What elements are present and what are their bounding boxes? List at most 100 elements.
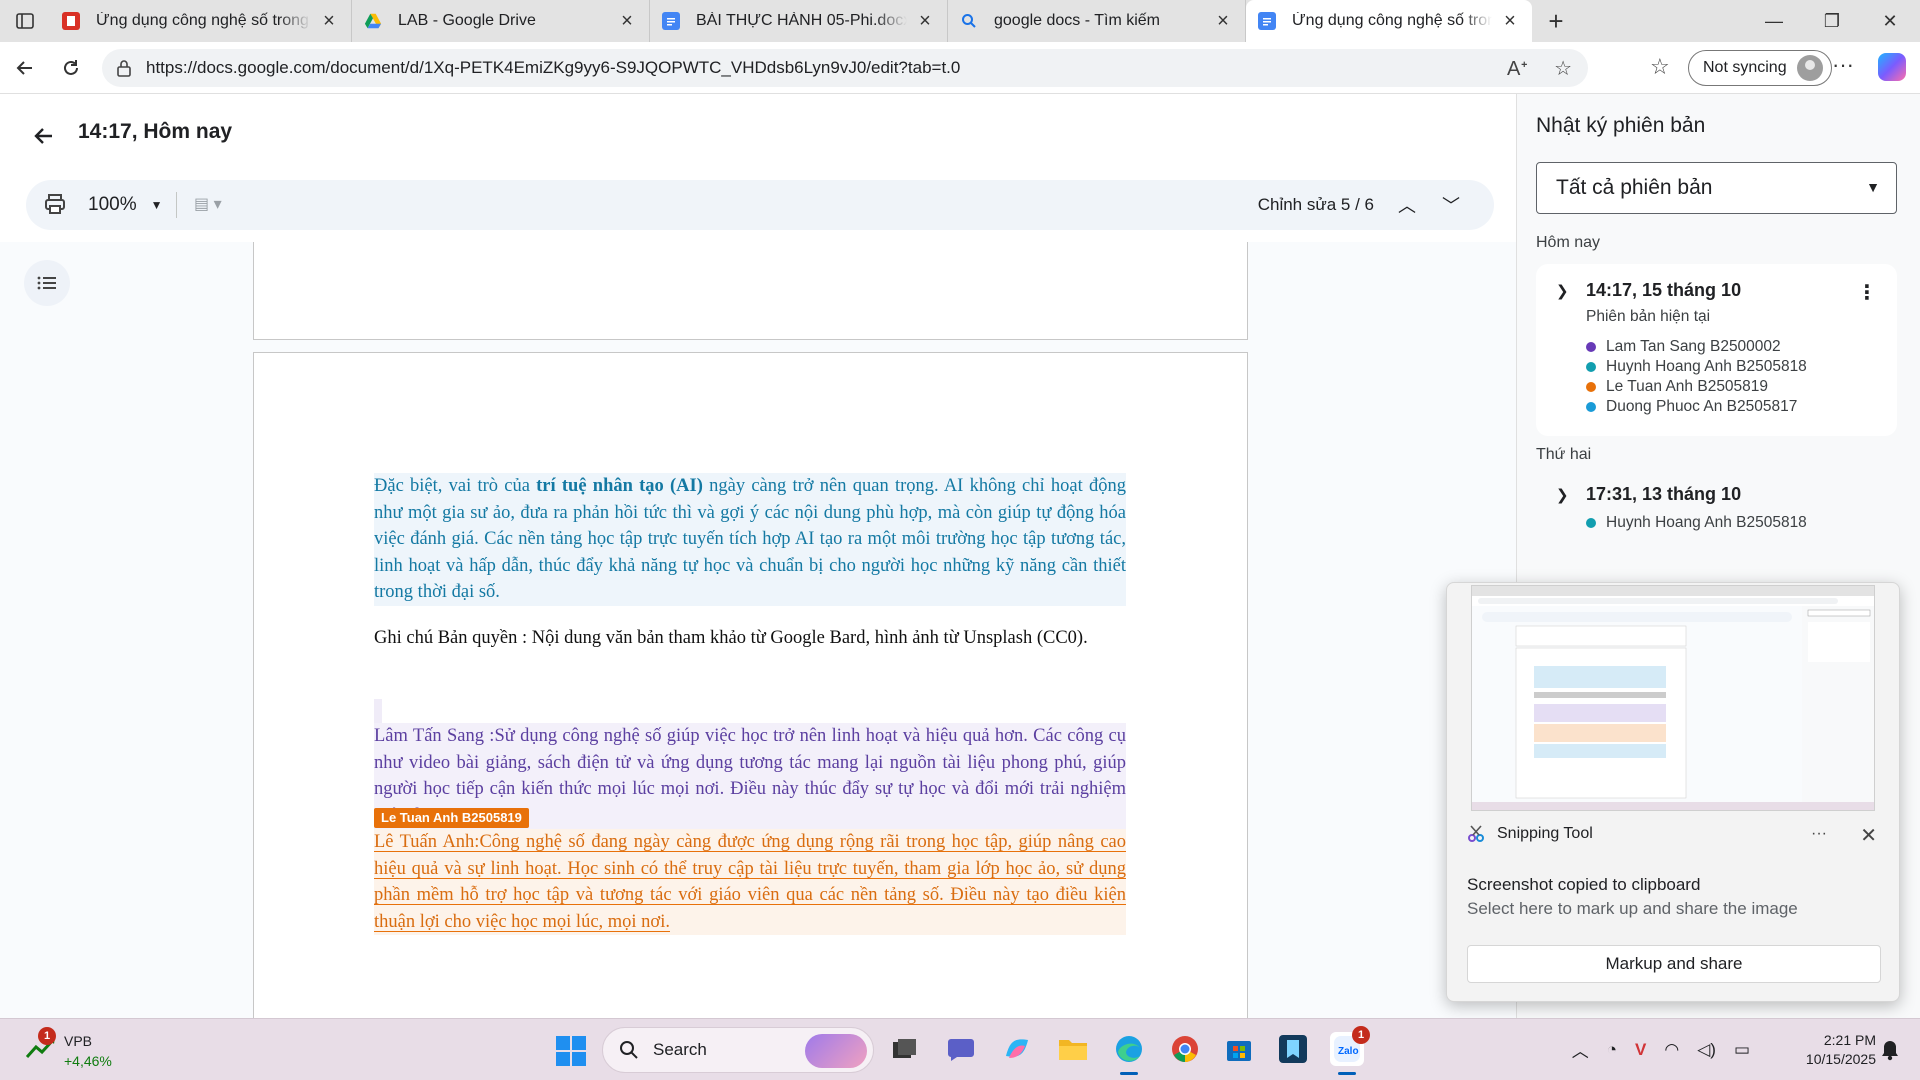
avatar xyxy=(1796,55,1823,81)
teams-chat-icon[interactable] xyxy=(944,1032,978,1066)
network-activity-icon[interactable]: ◔ xyxy=(1607,1040,1617,1060)
new-tab-button[interactable]: + xyxy=(1532,6,1580,37)
search-highlight-image xyxy=(805,1034,867,1068)
restore-button[interactable]: ❐ xyxy=(1804,0,1860,42)
taskbar-search[interactable]: Search xyxy=(602,1027,874,1073)
copilot-icon[interactable] xyxy=(1878,53,1906,81)
edit-counter: Chỉnh sửa 5 / 6 xyxy=(1257,195,1374,214)
print-icon[interactable] xyxy=(44,193,66,220)
snipping-tool-notification[interactable]: Snipping Tool ··· ✕ Screenshot copied to… xyxy=(1446,582,1900,1002)
toolbar-divider xyxy=(176,192,177,218)
chevron-right-icon[interactable]: ❯ xyxy=(1556,486,1569,504)
toast-app-row: Snipping Tool xyxy=(1467,825,1593,843)
author-row: Huynh Hoang Anh B2505818 xyxy=(1586,358,1807,376)
browser-toolbar: https://docs.google.com/document/d/1Xq-P… xyxy=(0,42,1920,94)
paragraph-copyright-note: Ghi chú Bản quyền : Nội dung văn bản tha… xyxy=(374,628,1088,648)
markup-and-share-button[interactable]: Markup and share xyxy=(1467,945,1881,983)
plus-icon: + xyxy=(1548,5,1564,36)
author-name: Lam Tan Sang B2500002 xyxy=(1606,338,1781,355)
author-color-dot xyxy=(1586,362,1596,372)
document-page[interactable]: Đặc biệt, vai trò của trí tuệ nhân tạo (… xyxy=(253,352,1248,1018)
profile-sync-button[interactable]: Not syncing xyxy=(1688,50,1832,86)
close-tab-icon[interactable]: × xyxy=(617,10,637,33)
address-bar[interactable]: https://docs.google.com/document/d/1Xq-P… xyxy=(102,49,1588,87)
close-tab-icon[interactable]: × xyxy=(1213,10,1233,33)
task-view-icon[interactable] xyxy=(888,1032,922,1066)
author-name: Duong Phuoc An B2505817 xyxy=(1606,398,1798,415)
zalo-icon[interactable]: Zalo 1 xyxy=(1330,1026,1370,1075)
copilot-icon[interactable] xyxy=(1000,1032,1034,1066)
zoom-select[interactable]: 100% ▼ xyxy=(88,194,163,216)
version-filter-select[interactable]: Tất cả phiên bản ▼ xyxy=(1536,162,1897,214)
browser-tab-5-active[interactable]: Ứng dụng công nghệ số trong học × xyxy=(1246,0,1532,42)
clock-time: 2:21 PM xyxy=(1823,1032,1876,1048)
toast-more-button[interactable]: ··· xyxy=(1811,825,1827,843)
outline-button[interactable] xyxy=(24,260,70,306)
url-text[interactable]: https://docs.google.com/document/d/1Xq-P… xyxy=(146,58,960,78)
version-more-icon[interactable]: ⋮ xyxy=(1857,280,1877,305)
chevron-right-icon[interactable]: ❯ xyxy=(1556,282,1569,300)
search-icon xyxy=(620,1041,638,1059)
site-info-icon[interactable] xyxy=(116,59,132,77)
caret-down-icon: ▼ xyxy=(1866,179,1880,195)
browser-tab-2[interactable]: LAB - Google Drive × xyxy=(352,0,650,42)
paragraph-ai-start: Đặc biệt, vai trò của xyxy=(374,476,537,496)
close-window-button[interactable]: ✕ xyxy=(1862,0,1918,42)
tab-title: Ứng dụng công nghệ số trong học xyxy=(96,12,311,29)
author-row: Huynh Hoang Anh B2505818 xyxy=(1586,514,1807,532)
panel-title: Nhật ký phiên bản xyxy=(1536,114,1706,137)
favorite-star-icon[interactable]: ☆ xyxy=(1554,56,1572,81)
document-canvas[interactable]: Đặc biệt, vai trò của trí tuệ nhân tạo (… xyxy=(0,242,1516,1018)
toast-close-button[interactable]: ✕ xyxy=(1860,823,1877,848)
document-page-previous xyxy=(253,242,1248,340)
read-aloud-icon[interactable]: Aᐩ xyxy=(1507,56,1528,81)
browser-tab-3[interactable]: BÀI THỰC HÀNH 05-Phi.docx - Google Docs … xyxy=(650,0,948,42)
stock-widget[interactable]: 1 VPB +4,46% xyxy=(22,1027,142,1073)
toast-app-name: Snipping Tool xyxy=(1497,825,1593,842)
volume-icon[interactable]: ◁) xyxy=(1697,1040,1716,1060)
vpn-app-icon[interactable]: V xyxy=(1635,1040,1646,1060)
clock[interactable]: 2:21 PM 10/15/2025 xyxy=(1780,1031,1876,1069)
start-button[interactable] xyxy=(556,1036,586,1071)
file-explorer-icon[interactable] xyxy=(1056,1032,1090,1066)
favorites-icon[interactable]: ☆ xyxy=(1650,54,1670,80)
author-color-dot xyxy=(1586,402,1596,412)
app-icon[interactable] xyxy=(1276,1032,1310,1066)
close-tab-icon[interactable]: × xyxy=(1500,10,1520,33)
minimize-icon: — xyxy=(1765,10,1783,31)
drive-icon xyxy=(364,12,382,30)
tab-title: BÀI THỰC HÀNH 05-Phi.docx - Google Docs xyxy=(696,12,907,29)
tab-actions-button[interactable] xyxy=(0,0,50,42)
browser-tab-1[interactable]: Ứng dụng công nghệ số trong học × xyxy=(50,0,352,42)
pdf-icon xyxy=(62,12,80,30)
more-menu-icon[interactable]: ··· xyxy=(1832,52,1854,78)
version-item[interactable]: ❯ 17:31, 13 tháng 10 Huynh Hoang Anh B25… xyxy=(1536,480,1897,550)
exit-history-button[interactable] xyxy=(26,118,62,154)
edge-browser-icon[interactable] xyxy=(1112,1032,1146,1075)
wifi-icon[interactable]: ◠ xyxy=(1664,1040,1679,1060)
docs-header: 14:17, Hôm nay xyxy=(0,94,1516,178)
back-button[interactable] xyxy=(2,45,48,91)
arrow-left-icon xyxy=(34,128,52,144)
browser-tab-4[interactable]: google docs - Tìm kiếm × xyxy=(948,0,1246,42)
previous-edit-button[interactable]: ︿ xyxy=(1398,192,1416,218)
paragraph-le-tuan-anh: Lê Tuấn Anh:Công nghệ số đang ngày càng … xyxy=(374,829,1126,935)
windows-logo-icon xyxy=(556,1036,586,1066)
version-item-current[interactable]: ❯ 14:17, 15 tháng 10 ⋮ Phiên bản hiện tạ… xyxy=(1536,264,1897,436)
section-label-today: Hôm nay xyxy=(1536,234,1601,251)
battery-icon[interactable]: ▭ xyxy=(1734,1040,1750,1060)
paragraph-ai: Đặc biệt, vai trò của trí tuệ nhân tạo (… xyxy=(374,473,1126,606)
screenshot-preview[interactable] xyxy=(1471,585,1875,811)
close-tab-icon[interactable]: × xyxy=(319,10,339,33)
next-edit-button[interactable]: ﹀ xyxy=(1442,192,1460,218)
notification-badge: 1 xyxy=(1352,1026,1370,1044)
chrome-icon[interactable] xyxy=(1168,1032,1202,1066)
chevron-up-icon[interactable]: ︿ xyxy=(1572,1037,1589,1062)
author-name: Le Tuan Anh B2505819 xyxy=(1606,378,1769,395)
notification-bell-icon[interactable] xyxy=(1880,1039,1900,1066)
reload-button[interactable] xyxy=(48,45,94,91)
author-row: Duong Phuoc An B2505817 xyxy=(1586,398,1797,416)
microsoft-store-icon[interactable] xyxy=(1222,1032,1256,1066)
close-tab-icon[interactable]: × xyxy=(915,10,935,33)
minimize-button[interactable]: — xyxy=(1746,0,1802,42)
